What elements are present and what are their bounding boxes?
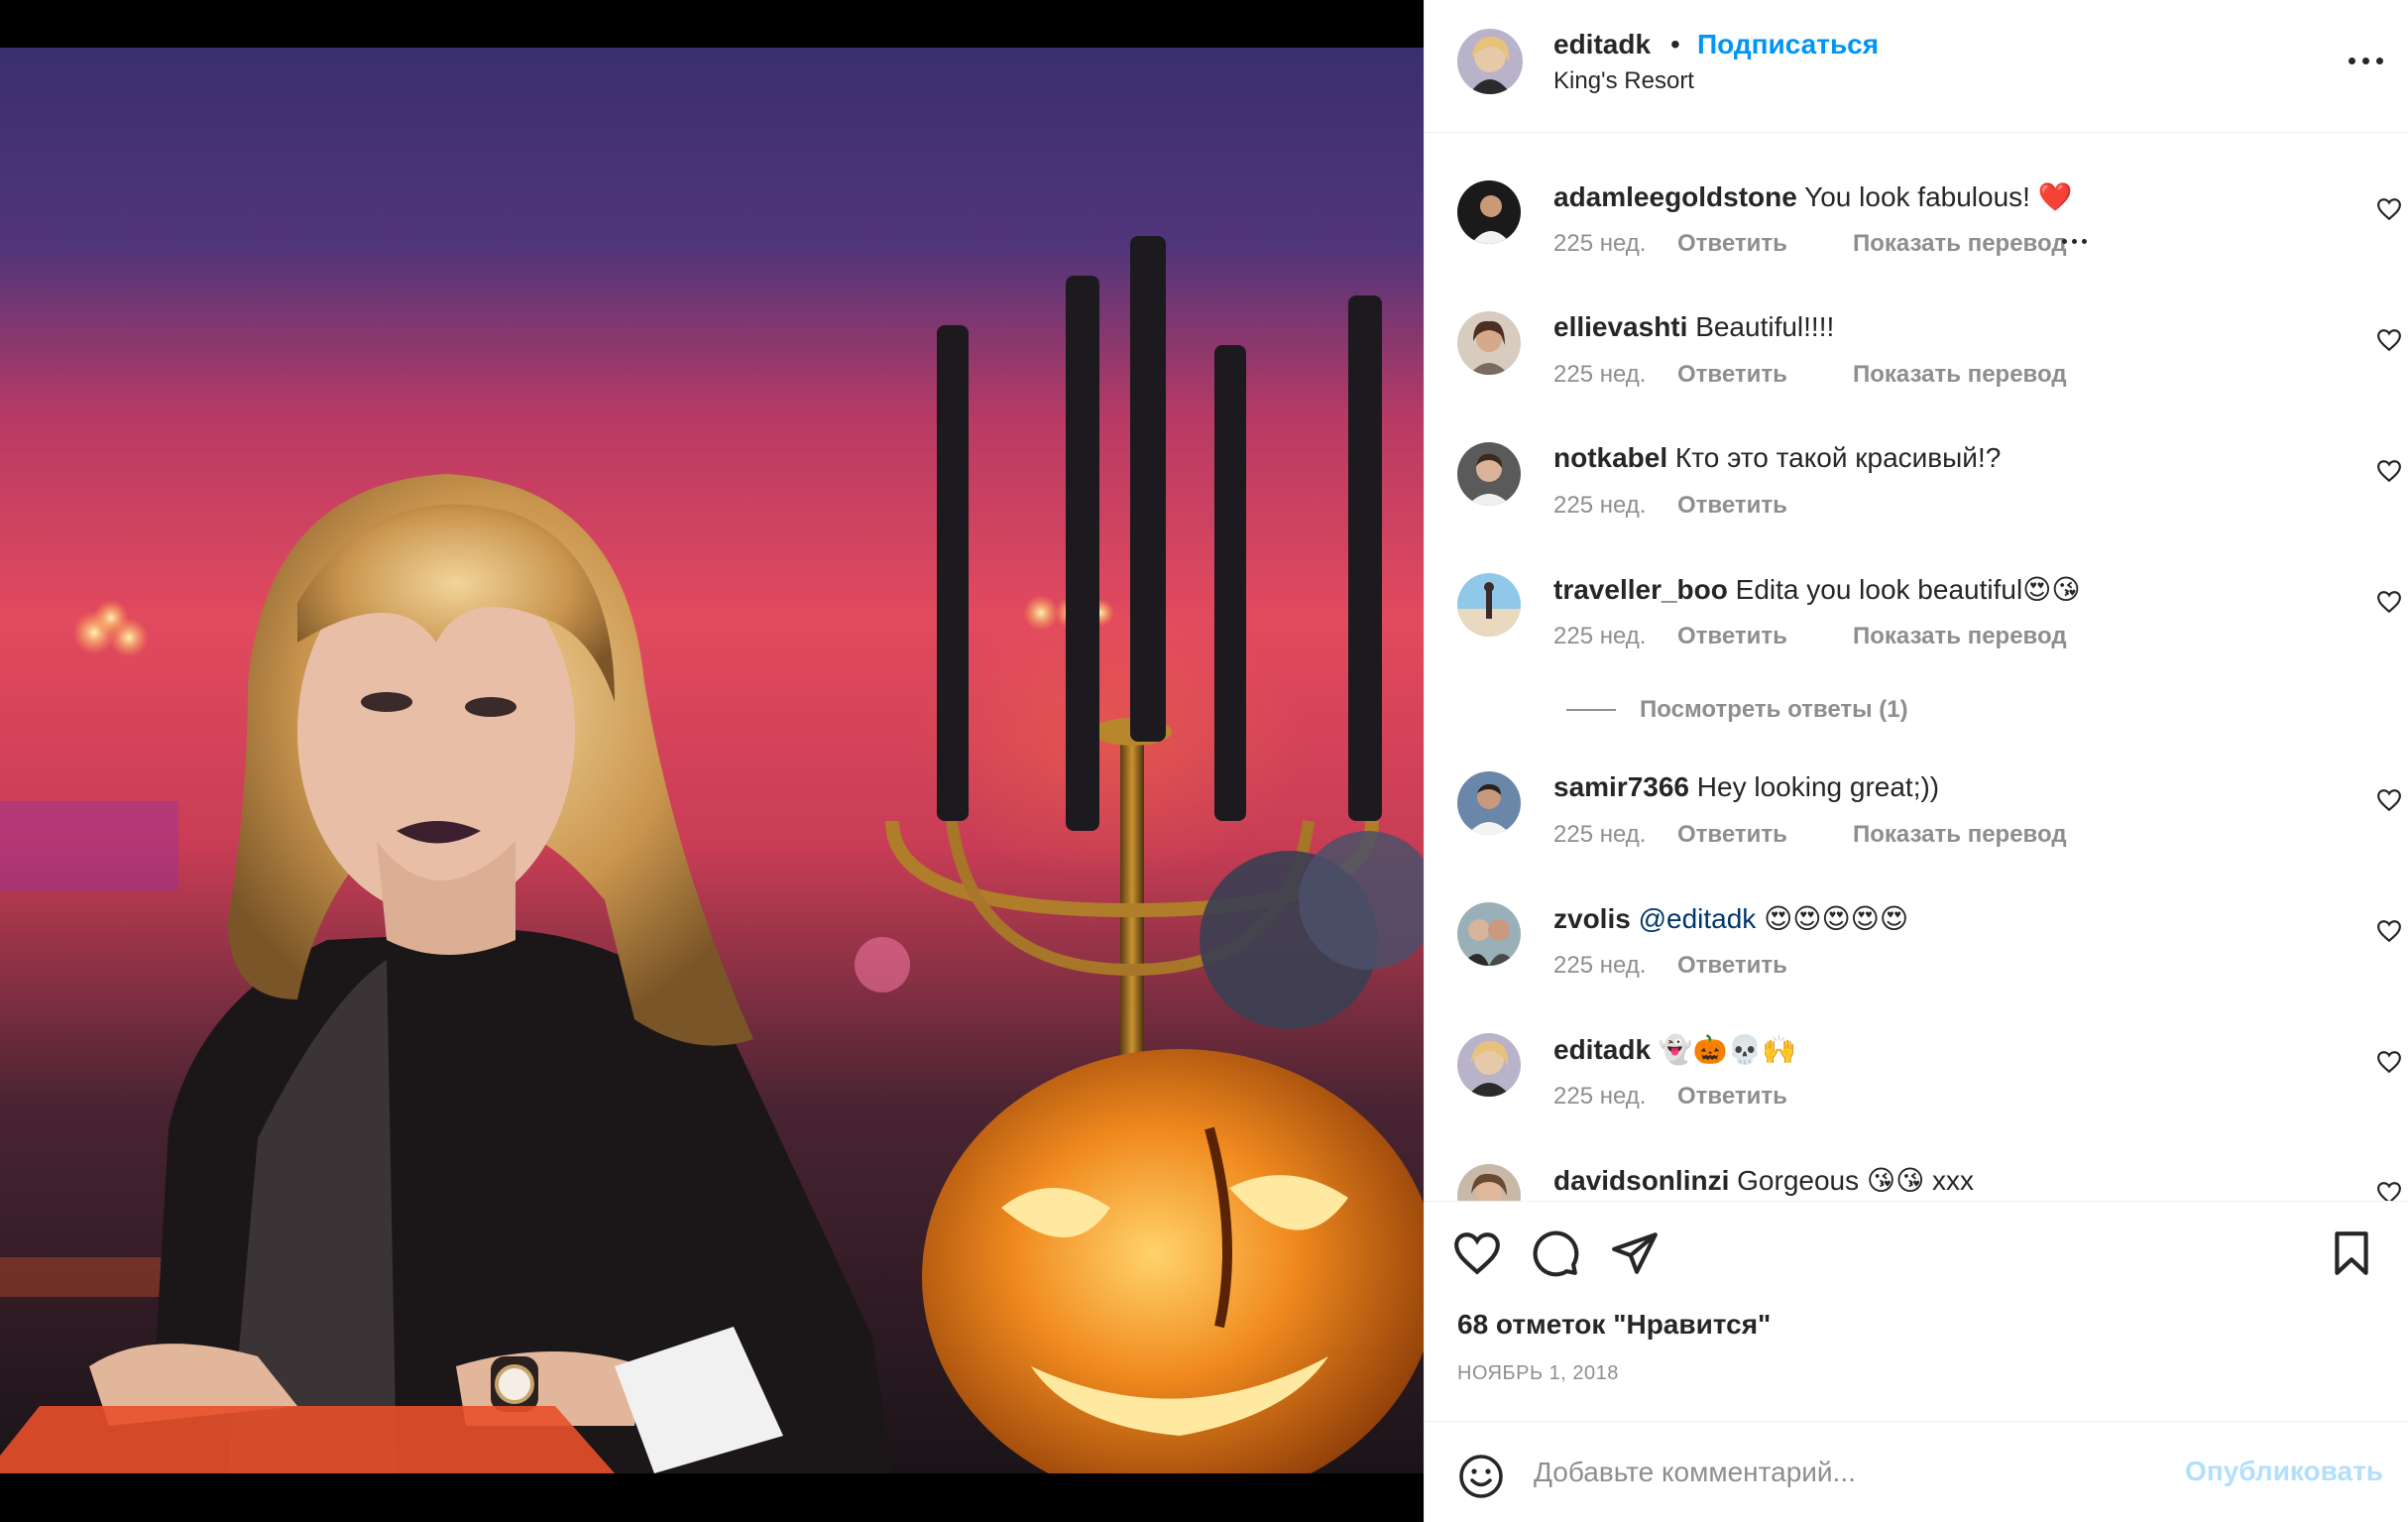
commenter-avatar[interactable] [1457,311,1521,375]
post-location[interactable]: King's Resort [1553,67,1694,95]
comment-like-icon[interactable] [2376,327,2402,353]
show-translation-button[interactable]: Показать перевод [1853,821,2067,849]
post-date[interactable]: НОЯБРЬ 1, 2018 [1457,1362,1619,1385]
comment-options-icon[interactable] [2059,230,2091,250]
comment-username[interactable]: traveller_boo [1553,574,1728,605]
post-photo[interactable] [0,48,1424,1473]
comment-username[interactable]: ellievashti [1553,311,1687,342]
header-separator: • [1670,29,1680,59]
comment-item: zvolis @editadk 😍😍😍😍😍 225 нед. Ответить [1425,855,2408,986]
comment-time[interactable]: 225 нед. [1553,230,1646,258]
comment-like-icon[interactable] [2376,196,2402,222]
reply-button[interactable]: Ответить [1677,821,1787,849]
reply-button[interactable]: Ответить [1677,230,1787,258]
comment-body: 👻🎃💀🙌 [1658,1034,1797,1065]
comment-body: Edita you look beautiful😍😘 [1735,574,2081,605]
comment-username[interactable]: zvolis [1553,903,1631,934]
comment-text: adamleegoldstone You look fabulous! ❤️ [1553,180,2073,213]
comment-like-icon[interactable] [2376,458,2402,484]
comment-time[interactable]: 225 нед. [1553,492,1646,520]
comment-like-icon[interactable] [2376,1049,2402,1075]
view-replies-button[interactable]: Посмотреть ответы (1) [1640,696,1908,724]
paper-plane-icon[interactable] [1610,1229,1660,1278]
comment-text: traveller_boo Edita you look beautiful😍😘 [1553,573,2081,606]
post-actions: 68 отметок "Нравится" НОЯБРЬ 1, 2018 [1425,1201,2408,1421]
bookmark-icon[interactable] [2327,1229,2376,1278]
comment-item: davidsonlinzi Gorgeous 😘😘 xxx [1425,1116,2408,1201]
comment-body: Кто это такой красивый!? [1674,442,2002,473]
post-media [0,0,1424,1522]
comment-item: ellievashti Beautiful!!!! 225 нед. Ответ… [1425,264,2408,395]
post-side-panel: editadk • Подписаться King's Resort adam… [1424,0,2408,1522]
comment-item: notkabel Кто это такой красивый!? 225 не… [1425,395,2408,526]
more-options-icon[interactable] [2347,50,2386,73]
likes-count[interactable]: 68 отметок "Нравится" [1457,1309,1771,1341]
comment-like-icon[interactable] [2376,918,2402,944]
commenter-avatar[interactable] [1457,442,1521,506]
comment-time[interactable]: 225 нед. [1553,623,1646,650]
comment-time[interactable]: 225 нед. [1553,821,1646,849]
comment-input[interactable] [1534,1440,2208,1505]
heart-icon[interactable] [1452,1229,1502,1278]
comment-body: You look fabulous! ❤️ [1804,181,2073,212]
comment-time[interactable]: 225 нед. [1553,361,1646,389]
show-translation-button[interactable]: Показать перевод [1853,623,2067,650]
comment-item: traveller_boo Edita you look beautiful😍😘… [1425,526,2408,656]
comment-item: adamleegoldstone You look fabulous! ❤️ 2… [1425,133,2408,264]
show-translation-button[interactable]: Показать перевод [1853,361,2067,389]
comment-body: Gorgeous 😘😘 xxx [1737,1165,1975,1196]
photo-illustration [0,236,1424,1473]
reply-button[interactable]: Ответить [1677,623,1787,650]
comment-text: zvolis @editadk 😍😍😍😍😍 [1553,902,1908,935]
comment-text: ellievashti Beautiful!!!! [1553,311,1834,343]
commenter-avatar[interactable] [1457,180,1521,244]
comment-text: notkabel Кто это такой красивый!? [1553,442,2001,474]
add-comment-bar: Опубликовать [1425,1421,2408,1522]
comment-time[interactable]: 225 нед. [1553,1083,1646,1111]
comment-text: editadk 👻🎃💀🙌 [1553,1033,1796,1066]
reply-button[interactable]: Ответить [1677,361,1787,389]
commenter-avatar[interactable] [1457,1033,1521,1097]
comment-body: Beautiful!!!! [1695,311,1835,342]
comment-like-icon[interactable] [2376,1180,2402,1201]
author-avatar[interactable] [1457,29,1523,94]
publish-button[interactable]: Опубликовать [2185,1456,2383,1487]
reply-button[interactable]: Ответить [1677,492,1787,520]
comment-bubble-icon[interactable] [1531,1229,1580,1278]
post-header: editadk • Подписаться King's Resort [1425,0,2408,133]
comment-body: 😍😍😍😍😍 [1764,903,1909,934]
commenter-avatar[interactable] [1457,771,1521,835]
commenter-avatar[interactable] [1457,1164,1521,1201]
comment-username[interactable]: editadk [1553,1034,1651,1065]
show-translation-button[interactable]: Показать перевод [1853,230,2067,258]
avatar-image [1457,29,1523,94]
follow-button[interactable]: Подписаться [1697,29,1879,60]
commenter-avatar[interactable] [1457,573,1521,637]
comment-text: davidsonlinzi Gorgeous 😘😘 xxx [1553,1164,1974,1197]
reply-button[interactable]: Ответить [1677,1083,1787,1111]
comment-time[interactable]: 225 нед. [1553,952,1646,980]
comment-item: editadk 👻🎃💀🙌 225 нед. Ответить [1425,986,2408,1116]
comment-text: samir7366 Hey looking great;)) [1553,771,1939,803]
comments-list[interactable]: adamleegoldstone You look fabulous! ❤️ 2… [1425,133,2408,1201]
comment-item: samir7366 Hey looking great;)) 225 нед. … [1425,724,2408,855]
comment-like-icon[interactable] [2376,787,2402,813]
comment-username[interactable]: adamleegoldstone [1553,181,1797,212]
comment-body: Hey looking great;)) [1696,771,1940,802]
emoji-smile-icon[interactable] [1457,1453,1505,1500]
comment-mention[interactable]: @editadk [1639,903,1757,934]
author-username[interactable]: editadk [1553,29,1651,60]
comment-username[interactable]: samir7366 [1553,771,1689,802]
commenter-avatar[interactable] [1457,902,1521,966]
view-replies: Посмотреть ответы (1) [1425,692,2408,728]
post-dialog: editadk • Подписаться King's Resort adam… [0,0,2408,1522]
comment-like-icon[interactable] [2376,589,2402,615]
comment-username[interactable]: davidsonlinzi [1553,1165,1729,1196]
comment-username[interactable]: notkabel [1553,442,1667,473]
reply-button[interactable]: Ответить [1677,952,1787,980]
replies-divider [1566,709,1616,711]
